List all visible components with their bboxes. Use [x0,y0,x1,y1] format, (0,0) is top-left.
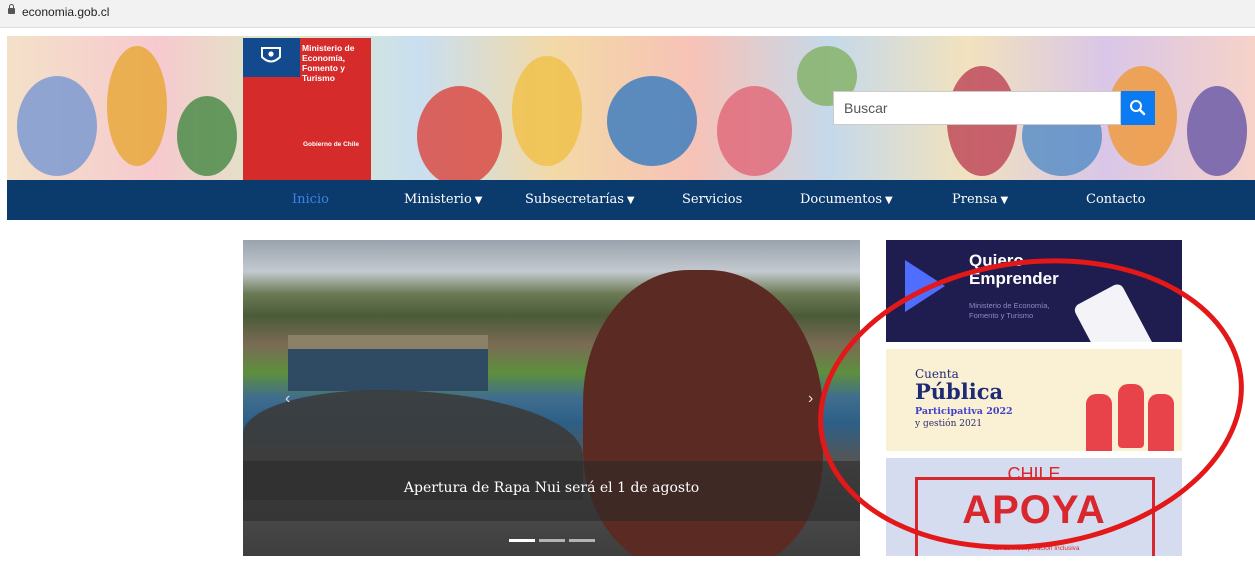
header-illustration-figure [512,56,582,166]
chevron-down-icon: ▼ [1000,195,1009,206]
carousel-prev-icon[interactable]: ‹ [285,390,290,408]
logo-gobierno-text: Gobierno de Chile [303,141,359,148]
nav-label: Inicio [292,192,329,207]
search-input[interactable]: Buscar [833,91,1121,125]
slide-caption-bar: Apertura de Rapa Nui será el 1 de agosto [243,461,860,521]
chevron-down-icon: ▼ [474,195,483,206]
chevron-down-icon: ▼ [885,195,893,206]
logo-ministry-name: Ministerio de Economía, Fomento y Turism… [302,43,368,83]
url-text[interactable]: economia.gob.cl [22,5,109,19]
nav-label: Ministerio [404,192,472,207]
nav-item-documentos[interactable]: Documentos ▼ [800,192,893,207]
logo-line: Ministerio de [302,43,355,53]
header-illustration-figure [17,76,97,176]
lock-icon [8,4,15,14]
search-button[interactable] [1121,91,1155,125]
header-illustration-figure [177,96,237,176]
nav-label: Subsecretarías [525,192,624,207]
search-icon [1130,100,1146,116]
logo-line: Fomento y [302,63,345,73]
slide-photo-building [288,335,488,391]
annotation-ellipse [799,231,1255,576]
ministry-logo[interactable]: Ministerio de Economía, Fomento y Turism… [243,38,371,183]
nav-label: Documentos [800,192,883,207]
carousel-indicator[interactable] [539,539,565,542]
header-illustration-figure [1187,86,1247,176]
browser-address-bar[interactable]: economia.gob.cl [0,0,1255,28]
logo-blue-field [243,38,300,77]
nav-item-inicio[interactable]: Inicio [292,192,329,207]
nav-label: Prensa [952,192,998,207]
header-illustration-figure [107,46,167,166]
nav-item-ministerio[interactable]: Ministerio ▼ [404,192,483,207]
header-illustration-figure [717,86,792,176]
carousel-indicator[interactable] [509,539,535,542]
logo-line: Economía, [302,53,345,63]
header-illustration-figure [607,76,697,166]
nav-item-prensa[interactable]: Prensa ▼ [952,192,1008,207]
nav-label: Contacto [1086,192,1146,207]
header-illustration-figure [417,86,502,180]
nav-label: Servicios [682,192,743,207]
logo-line: Turismo [302,73,335,83]
main-navigation: Inicio Ministerio ▼ Subsecretarías ▼ Servi… [7,180,1255,220]
nav-item-subsecretarias[interactable]: Subsecretarías ▼ [525,192,635,207]
news-carousel[interactable]: ‹ › Apertura de Rapa Nui será el 1 de ag… [243,240,860,556]
search-placeholder: Buscar [844,100,888,116]
coat-of-arms-icon [261,47,281,63]
nav-item-contacto[interactable]: Contacto [1086,192,1145,207]
carousel-indicator[interactable] [569,539,595,542]
carousel-next-icon[interactable]: › [808,390,813,408]
slide-caption[interactable]: Apertura de Rapa Nui será el 1 de agosto [243,480,860,496]
nav-item-servicios[interactable]: Servicios [682,192,742,207]
chevron-down-icon: ▼ [626,195,635,206]
